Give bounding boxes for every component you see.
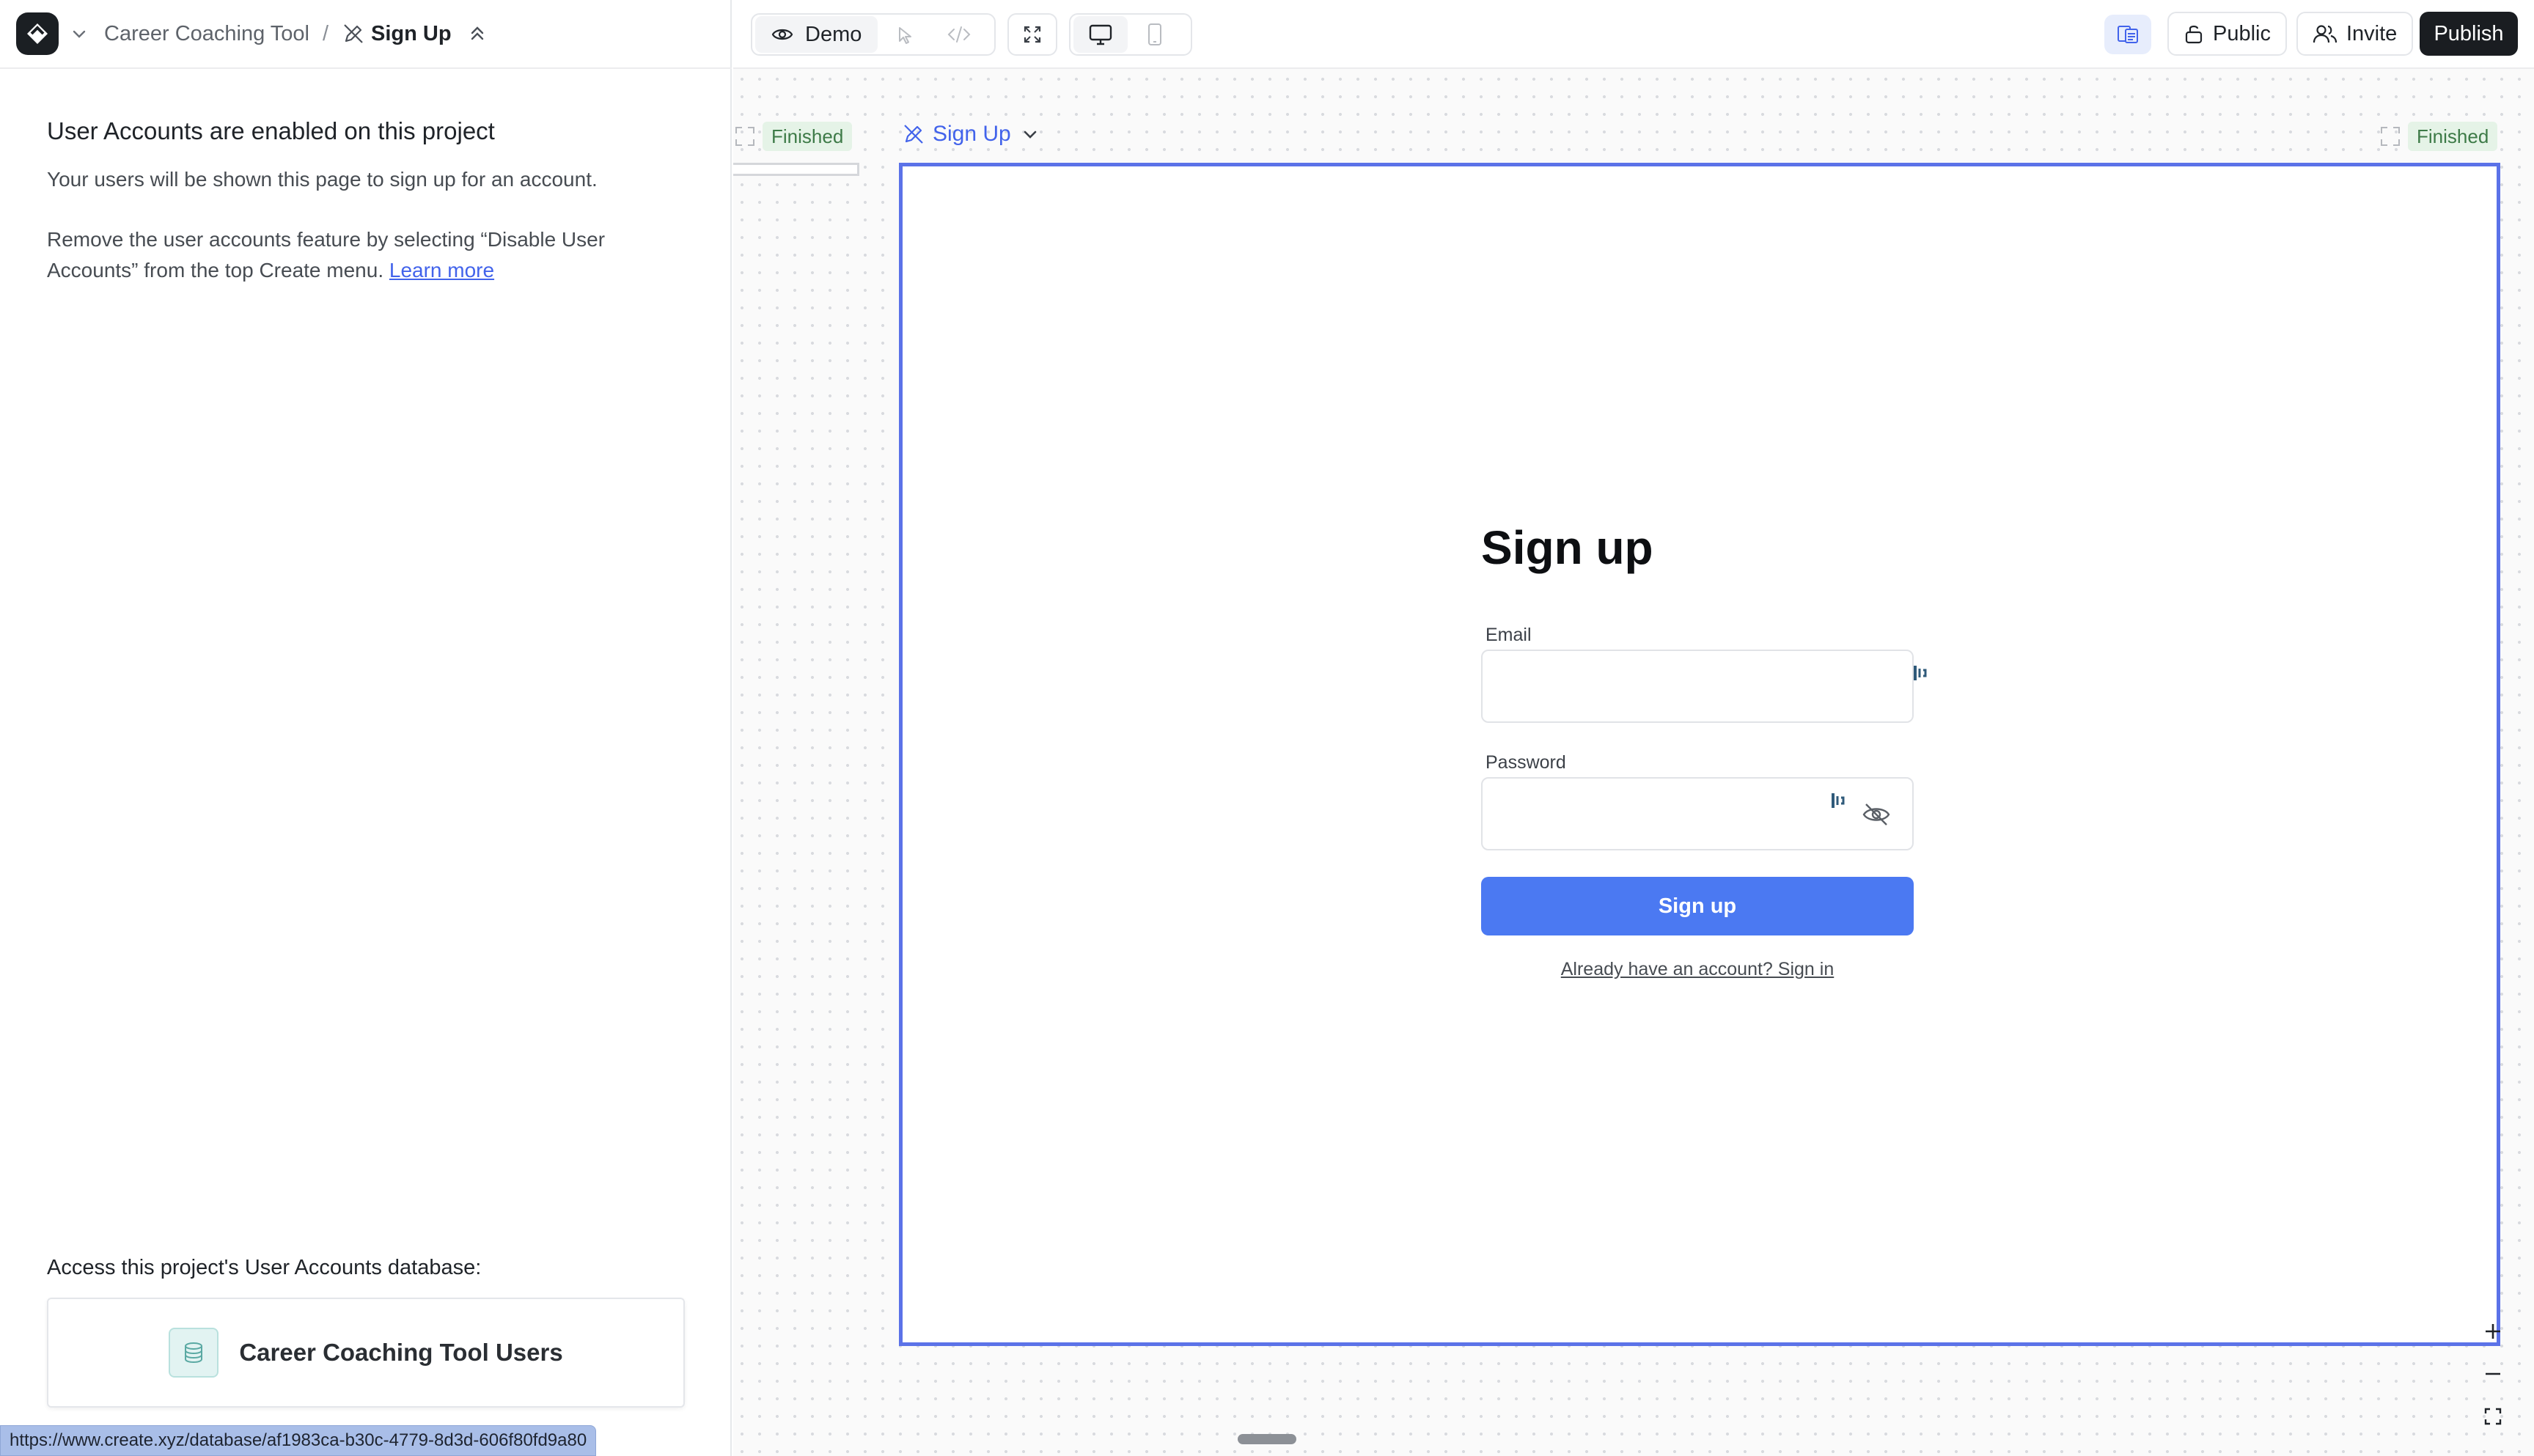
fonts-icon <box>2118 26 2138 43</box>
phone-icon <box>1148 23 1161 45</box>
code-icon <box>947 26 971 43</box>
user-accounts-notice: User Accounts are enabled on this projec… <box>47 117 692 286</box>
notice-title: User Accounts are enabled on this projec… <box>47 117 495 144</box>
expand-icon[interactable] <box>2379 125 2402 148</box>
fit-screen-icon <box>2484 1408 2502 1425</box>
password-field[interactable] <box>1481 777 1914 850</box>
breadcrumb-page-label: Sign Up <box>371 21 452 45</box>
offscreen-frame-edge[interactable] <box>733 163 859 176</box>
status-bar-url: https://www.create.xyz/database/af1983ca… <box>0 1425 597 1456</box>
mobile-view-button[interactable] <box>1128 16 1182 53</box>
fonts-button[interactable] <box>2104 15 2151 54</box>
plus-icon <box>2486 1324 2500 1339</box>
select-button[interactable] <box>878 16 932 53</box>
left-header: Career Coaching Tool / Sign Up <box>0 0 732 69</box>
database-name: Career Coaching Tool Users <box>239 1339 563 1366</box>
public-label: Public <box>2213 21 2271 45</box>
signup-page-frame[interactable] <box>899 163 2500 1346</box>
breadcrumb-page[interactable]: Sign Up <box>342 22 452 46</box>
password-manager-icon[interactable] <box>1912 663 1928 683</box>
finished-badge-left: Finished <box>763 122 853 151</box>
canvas-toolbar: Demo Public Invite <box>733 0 2534 69</box>
cursor-icon <box>899 27 912 44</box>
zoom-controls <box>2477 1315 2509 1433</box>
demo-button[interactable]: Demo <box>755 16 878 53</box>
left-panel: Career Coaching Tool / Sign Up User Acco… <box>0 0 732 1456</box>
monitor-icon <box>1089 24 1112 45</box>
minus-icon <box>2486 1372 2500 1375</box>
frame-title-label: Sign Up <box>933 122 1011 146</box>
eye-off-icon[interactable] <box>1861 801 1892 828</box>
notice-line1: Your users will be shown this page to si… <box>47 168 598 191</box>
database-icon <box>169 1328 219 1378</box>
notice-line2-text: Remove the user accounts feature by sele… <box>47 228 606 282</box>
pen-slash-icon <box>344 24 363 43</box>
signin-link[interactable]: Already have an account? Sign in <box>1481 959 1914 980</box>
signup-title: Sign up <box>1481 521 1653 574</box>
chevrons-up-icon[interactable] <box>466 23 488 45</box>
code-button[interactable] <box>932 16 986 53</box>
pen-slash-icon <box>904 125 923 144</box>
database-card[interactable]: Career Coaching Tool Users <box>47 1298 685 1408</box>
zoom-in-button[interactable] <box>2477 1315 2509 1347</box>
users-icon <box>2313 25 2337 43</box>
demo-label: Demo <box>805 22 862 46</box>
fit-screen-button[interactable] <box>2477 1400 2509 1433</box>
expand-icon[interactable] <box>733 125 757 148</box>
chevron-down-icon[interactable] <box>1021 125 1039 143</box>
chevron-down-icon[interactable] <box>69 23 89 44</box>
publish-button[interactable]: Publish <box>2420 12 2518 56</box>
signup-submit-button[interactable]: Sign up <box>1481 877 1914 935</box>
notice-line2: Remove the user accounts feature by sele… <box>47 224 692 286</box>
public-button[interactable]: Public <box>2167 12 2287 56</box>
frame-title[interactable]: Sign Up <box>902 122 1039 147</box>
desktop-view-button[interactable] <box>1073 16 1128 53</box>
email-label: Email <box>1485 625 1532 645</box>
eye-icon <box>771 29 793 40</box>
database-label: Access this project's User Accounts data… <box>47 1256 482 1279</box>
resize-handle[interactable] <box>1238 1434 1296 1444</box>
invite-label: Invite <box>2346 21 2398 45</box>
password-label: Password <box>1485 752 1566 773</box>
zoom-out-button[interactable] <box>2477 1358 2509 1390</box>
expand-icon <box>1024 26 1041 43</box>
email-field[interactable] <box>1481 650 1914 723</box>
viewport-toggle-group <box>1069 13 1192 56</box>
fullscreen-button[interactable] <box>1009 16 1056 53</box>
learn-more-link[interactable]: Learn more <box>389 259 494 282</box>
breadcrumb-separator: / <box>322 21 329 45</box>
create-logo-icon[interactable] <box>16 12 59 55</box>
breadcrumb-project[interactable]: Career Coaching Tool <box>104 22 309 46</box>
invite-button[interactable]: Invite <box>2296 12 2414 56</box>
finished-badge-right: Finished <box>2408 122 2498 151</box>
mode-toggle-group: Demo <box>751 13 996 56</box>
lock-open-icon <box>2185 25 2203 44</box>
fullscreen-group <box>1007 13 1057 56</box>
password-manager-icon[interactable] <box>1830 790 1846 811</box>
